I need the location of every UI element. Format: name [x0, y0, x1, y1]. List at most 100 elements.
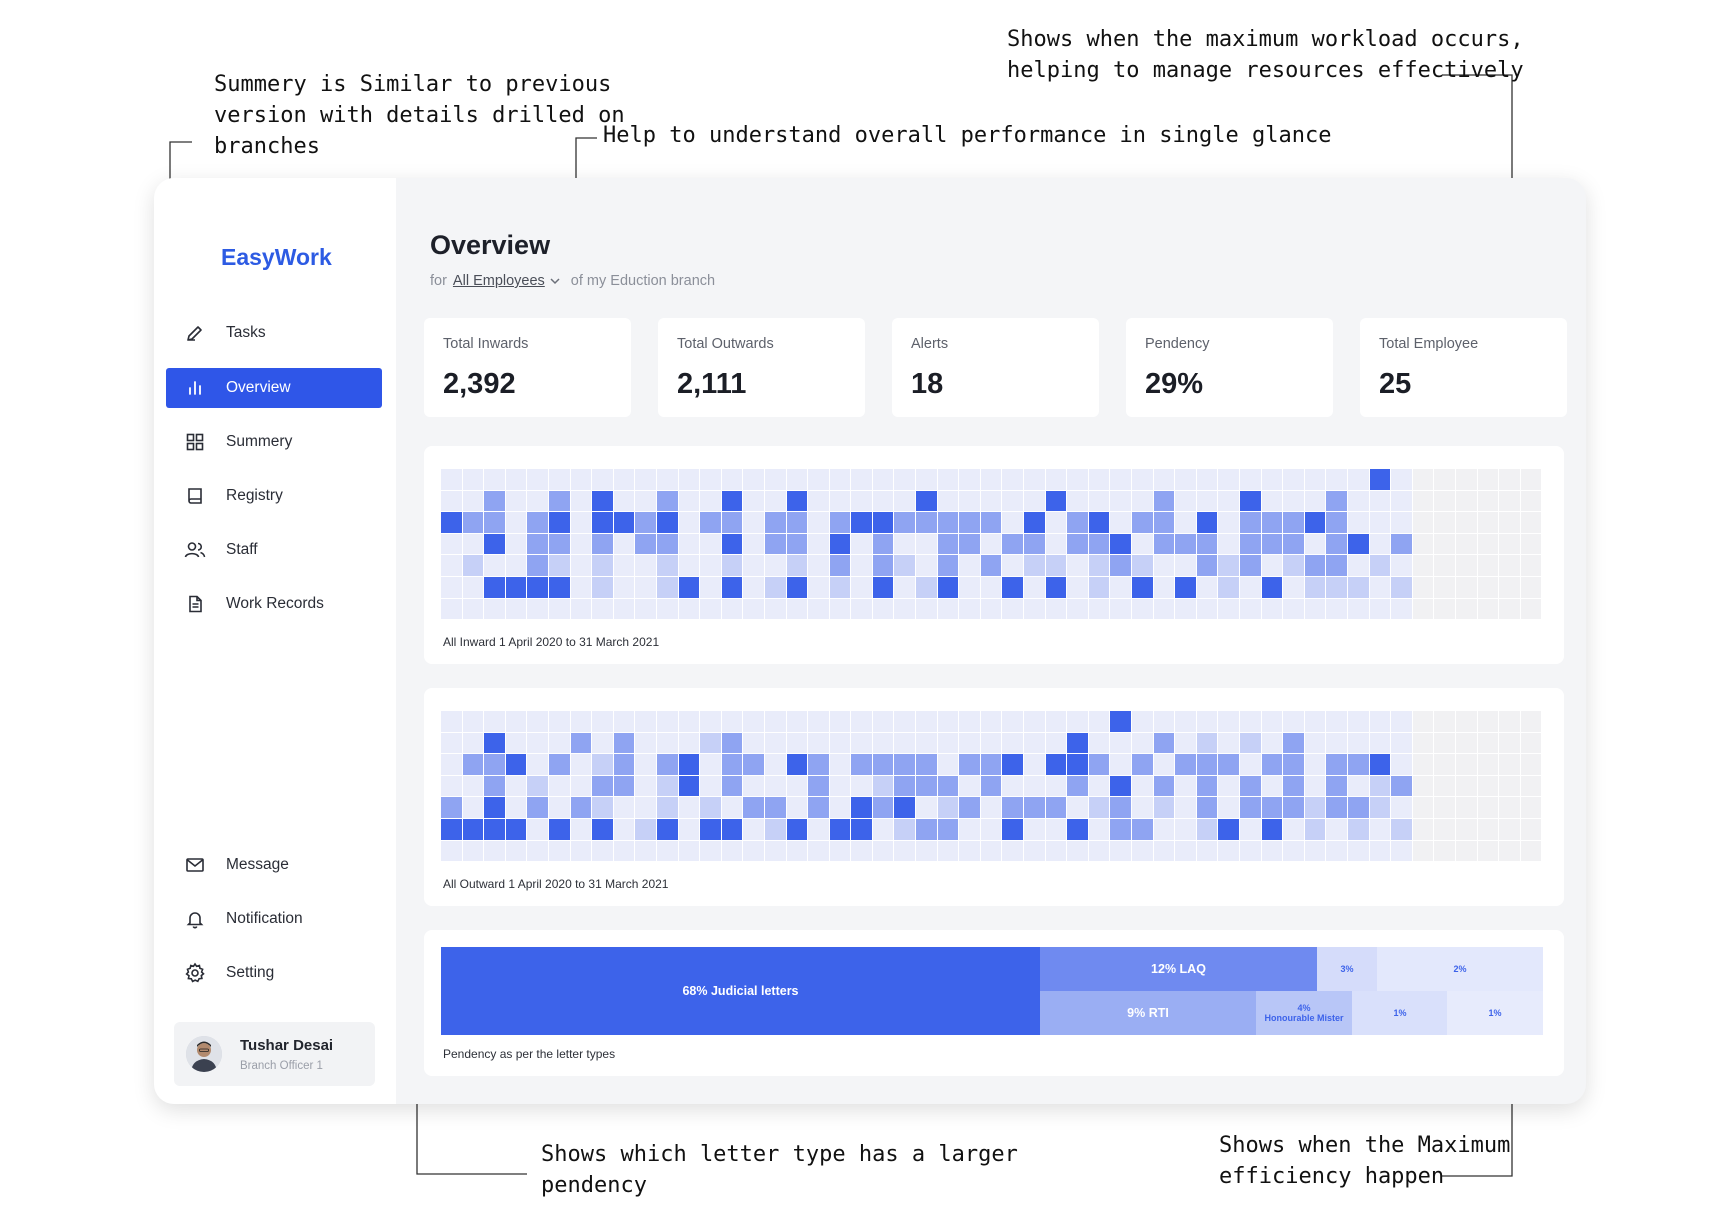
heatmap-cell[interactable] — [441, 797, 462, 818]
heatmap-cell[interactable] — [1499, 775, 1520, 797]
heatmap-cell[interactable] — [1196, 469, 1218, 490]
heatmap-cell[interactable] — [743, 797, 764, 818]
heatmap-cell[interactable] — [592, 469, 613, 490]
heatmap-cell[interactable] — [1347, 598, 1369, 620]
heatmap-cell[interactable] — [678, 754, 700, 775]
heatmap-cell[interactable] — [1326, 576, 1347, 598]
heatmap-cell[interactable] — [1218, 576, 1239, 598]
heatmap-cell[interactable] — [527, 775, 548, 797]
heatmap-cell[interactable] — [1196, 512, 1218, 533]
heatmap-cell[interactable] — [1002, 775, 1024, 797]
heatmap-cell[interactable] — [1218, 490, 1239, 512]
heatmap-cell[interactable] — [592, 711, 613, 732]
heatmap-cell[interactable] — [1067, 818, 1088, 840]
heatmap-cell[interactable] — [916, 533, 937, 555]
heatmap-cell[interactable] — [1045, 711, 1067, 732]
heatmap-cell[interactable] — [1391, 775, 1412, 797]
heatmap-cell[interactable] — [1434, 818, 1455, 840]
heatmap-cell[interactable] — [592, 775, 613, 797]
heatmap-cell[interactable] — [1283, 775, 1304, 797]
heatmap-cell[interactable] — [1455, 598, 1477, 620]
heatmap-cell[interactable] — [786, 754, 808, 775]
heatmap-cell[interactable] — [1304, 711, 1326, 732]
heatmap-cell[interactable] — [829, 598, 851, 620]
heatmap-cell[interactable] — [1110, 818, 1131, 840]
heatmap-cell[interactable] — [1088, 490, 1110, 512]
heatmap-cell[interactable] — [1455, 797, 1477, 818]
heatmap-cell[interactable] — [851, 598, 872, 620]
heatmap-cell[interactable] — [1304, 818, 1326, 840]
heatmap-cell[interactable] — [527, 818, 548, 840]
heatmap-cell[interactable] — [1347, 754, 1369, 775]
heatmap-cell[interactable] — [1283, 512, 1304, 533]
sidebar-item-summery[interactable]: Summery — [166, 422, 382, 462]
heatmap-cell[interactable] — [592, 732, 613, 754]
stat-card-pendency[interactable]: Pendency 29% — [1126, 318, 1333, 417]
heatmap-cell[interactable] — [764, 711, 786, 732]
heatmap-cell[interactable] — [635, 490, 656, 512]
heatmap-cell[interactable] — [1347, 533, 1369, 555]
heatmap-cell[interactable] — [721, 512, 743, 533]
heatmap-cell[interactable] — [1261, 775, 1283, 797]
heatmap-cell[interactable] — [1412, 754, 1434, 775]
heatmap-cell[interactable] — [1477, 490, 1499, 512]
heatmap-cell[interactable] — [700, 512, 721, 533]
heatmap-cell[interactable] — [1239, 711, 1261, 732]
heatmap-cell[interactable] — [721, 797, 743, 818]
heatmap-cell[interactable] — [1261, 797, 1283, 818]
heatmap-cell[interactable] — [1175, 490, 1196, 512]
heatmap-cell[interactable] — [1153, 775, 1175, 797]
heatmap-cell[interactable] — [592, 797, 613, 818]
heatmap-cell[interactable] — [1369, 490, 1391, 512]
heatmap-cell[interactable] — [1067, 555, 1088, 576]
heatmap-cell[interactable] — [441, 555, 462, 576]
heatmap-cell[interactable] — [1110, 555, 1131, 576]
heatmap-cell[interactable] — [656, 711, 678, 732]
heatmap-cell[interactable] — [635, 576, 656, 598]
heatmap-cell[interactable] — [527, 754, 548, 775]
heatmap-cell[interactable] — [937, 576, 959, 598]
heatmap-cell[interactable] — [441, 490, 462, 512]
heatmap-cell[interactable] — [1391, 576, 1412, 598]
heatmap-cell[interactable] — [1196, 576, 1218, 598]
heatmap-cell[interactable] — [1412, 555, 1434, 576]
heatmap-cell[interactable] — [656, 818, 678, 840]
heatmap-cell[interactable] — [1067, 711, 1088, 732]
heatmap-cell[interactable] — [1434, 469, 1455, 490]
heatmap-cell[interactable] — [872, 533, 894, 555]
heatmap-cell[interactable] — [613, 754, 635, 775]
heatmap-cell[interactable] — [1239, 490, 1261, 512]
heatmap-cell[interactable] — [1304, 598, 1326, 620]
heatmap-cell[interactable] — [570, 469, 592, 490]
heatmap-cell[interactable] — [786, 732, 808, 754]
heatmap-cell[interactable] — [959, 797, 980, 818]
heatmap-cell[interactable] — [1304, 490, 1326, 512]
heatmap-cell[interactable] — [1283, 490, 1304, 512]
heatmap-cell[interactable] — [1520, 818, 1542, 840]
heatmap-cell[interactable] — [1196, 555, 1218, 576]
heatmap-cell[interactable] — [484, 775, 505, 797]
heatmap-cell[interactable] — [1434, 754, 1455, 775]
heatmap-cell[interactable] — [1326, 533, 1347, 555]
heatmap-cell[interactable] — [1175, 469, 1196, 490]
heatmap-cell[interactable] — [872, 754, 894, 775]
heatmap-cell[interactable] — [1218, 732, 1239, 754]
heatmap-cell[interactable] — [851, 732, 872, 754]
heatmap-cell[interactable] — [484, 840, 505, 862]
heatmap-cell[interactable] — [764, 754, 786, 775]
heatmap-cell[interactable] — [743, 754, 764, 775]
heatmap-cell[interactable] — [1499, 469, 1520, 490]
heatmap-cell[interactable] — [527, 533, 548, 555]
heatmap-cell[interactable] — [872, 797, 894, 818]
heatmap-cell[interactable] — [764, 512, 786, 533]
heatmap-cell[interactable] — [916, 775, 937, 797]
heatmap-cell[interactable] — [1088, 775, 1110, 797]
heatmap-cell[interactable] — [1024, 576, 1045, 598]
heatmap-cell[interactable] — [1455, 555, 1477, 576]
heatmap-cell[interactable] — [441, 576, 462, 598]
heatmap-cell[interactable] — [1412, 711, 1434, 732]
heatmap-cell[interactable] — [548, 512, 570, 533]
heatmap-cell[interactable] — [829, 711, 851, 732]
heatmap-cell[interactable] — [829, 840, 851, 862]
heatmap-cell[interactable] — [1499, 711, 1520, 732]
